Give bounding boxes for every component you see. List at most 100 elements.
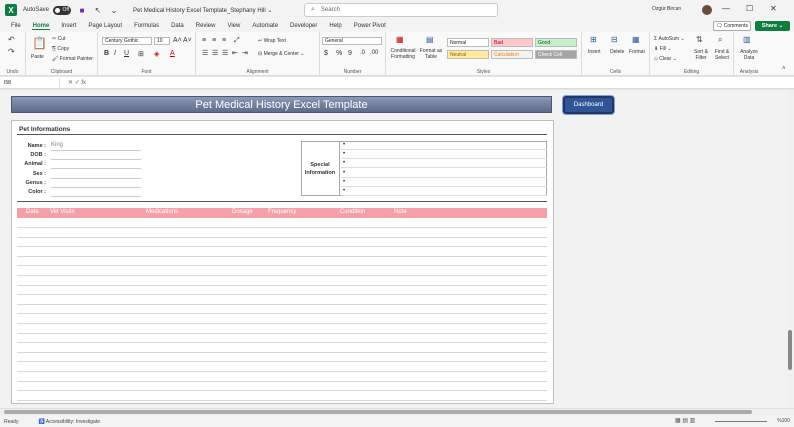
table-row[interactable] — [17, 332, 547, 334]
field-value[interactable] — [51, 160, 141, 170]
zoom-slider[interactable] — [715, 421, 767, 422]
cell-style-normal[interactable]: Normal — [447, 38, 489, 47]
table-row[interactable] — [17, 361, 547, 363]
tab-home[interactable]: Home — [31, 23, 51, 30]
sort-filter-icon[interactable]: ⇅ — [696, 35, 703, 44]
tab-formulas[interactable]: Formulas — [133, 23, 160, 29]
vertical-scroll-thumb[interactable] — [788, 330, 792, 370]
increase-indent-icon[interactable]: ⇥ — [242, 49, 248, 57]
tab-developer[interactable]: Developer — [289, 23, 318, 29]
field-value[interactable] — [51, 179, 141, 188]
field-value[interactable] — [51, 170, 141, 179]
find-select-icon[interactable]: ⌕ — [718, 35, 722, 45]
underline-icon[interactable]: U — [124, 50, 129, 57]
cell-style-neutral[interactable]: Neutral — [447, 50, 489, 59]
tab-data[interactable]: Data — [170, 23, 185, 29]
shrink-font-icon[interactable]: A˅ — [183, 37, 192, 44]
orientation-icon[interactable]: ⤢ — [234, 37, 240, 45]
maximize-icon[interactable]: ☐ — [746, 4, 753, 13]
table-row[interactable] — [17, 351, 547, 353]
special-info-row[interactable]: • — [341, 187, 547, 196]
currency-icon[interactable]: $ — [324, 50, 328, 57]
table-row[interactable] — [17, 246, 547, 248]
autosave-toggle[interactable]: Off — [53, 5, 72, 15]
table-row[interactable] — [17, 399, 547, 401]
tab-insert[interactable]: Insert — [60, 23, 77, 29]
tab-power-pivot[interactable]: Power Pivot — [353, 23, 387, 29]
format-cells-icon[interactable]: ▦ — [632, 35, 640, 44]
bold-icon[interactable]: B — [104, 50, 109, 57]
special-info-row[interactable]: • — [341, 150, 547, 160]
format-button[interactable]: Format — [629, 49, 645, 55]
align-center-icon[interactable]: ☰ — [212, 49, 218, 57]
tab-review[interactable]: Review — [195, 23, 217, 29]
decrease-indent-icon[interactable]: ⇤ — [232, 49, 238, 57]
insert-cells-icon[interactable]: ⊞ — [590, 35, 597, 44]
undo-icon[interactable]: ↶ — [8, 35, 15, 44]
cursor-icon[interactable]: ↖ — [93, 5, 103, 15]
font-name-select[interactable]: Century Gothic — [102, 37, 152, 45]
accessibility-status[interactable]: ♿ Accessibility: Investigate — [38, 419, 100, 425]
sort-filter-button[interactable]: Sort & Filter — [692, 49, 710, 61]
zoom-level[interactable]: %100 — [777, 418, 790, 424]
conditional-formatting-icon[interactable]: ▦ — [396, 35, 404, 44]
name-box[interactable]: I58 — [0, 77, 60, 88]
horizontal-scroll-thumb[interactable] — [4, 410, 752, 414]
cell-style-good[interactable]: Good — [535, 38, 577, 47]
table-row[interactable] — [17, 303, 547, 305]
special-info-row[interactable]: • — [341, 169, 547, 178]
number-format-select[interactable]: General — [322, 37, 382, 45]
increase-decimal-icon[interactable]: .0 — [360, 50, 365, 56]
format-as-table-button[interactable]: Format as Table — [419, 48, 443, 60]
table-row[interactable] — [17, 371, 547, 372]
tab-file[interactable]: File — [10, 23, 22, 29]
format-painter-button[interactable]: 🖌 Format Painter — [52, 56, 93, 62]
fill-button[interactable]: ⬇ Fill ⌄ — [654, 46, 672, 52]
table-row[interactable] — [17, 227, 547, 228]
redo-icon[interactable]: ↷ — [8, 47, 15, 56]
table-row[interactable] — [17, 236, 547, 238]
document-title[interactable]: Pet Medical History Excel Template_Steph… — [133, 7, 272, 14]
table-row[interactable] — [17, 284, 547, 286]
align-bottom-icon[interactable]: ≡ — [222, 37, 226, 44]
search-input[interactable]: ⌕ Search — [304, 3, 498, 17]
align-top-icon[interactable]: ≡ — [202, 37, 206, 44]
autosum-button[interactable]: Σ AutoSum ⌄ — [654, 36, 685, 42]
table-row[interactable] — [17, 323, 547, 324]
table-row[interactable] — [17, 313, 547, 315]
avatar[interactable] — [702, 5, 712, 15]
table-row[interactable] — [17, 265, 547, 267]
find-select-button[interactable]: Find & Select — [712, 49, 732, 61]
special-info-row[interactable]: • — [341, 141, 547, 150]
cell-style-bad[interactable]: Bad — [491, 38, 533, 47]
comma-icon[interactable]: 9 — [348, 50, 352, 57]
field-value[interactable] — [51, 151, 141, 161]
percent-icon[interactable]: % — [336, 50, 342, 57]
cut-button[interactable]: ✂ Cut — [52, 36, 65, 42]
special-info-row[interactable]: • — [341, 178, 547, 187]
align-middle-icon[interactable]: ≡ — [212, 37, 216, 44]
paste-button[interactable]: Paste — [31, 54, 44, 60]
delete-button[interactable]: Delete — [610, 49, 624, 55]
font-color-icon[interactable]: A — [170, 50, 175, 57]
align-right-icon[interactable]: ☰ — [222, 49, 228, 57]
table-row[interactable] — [17, 294, 547, 296]
table-row[interactable] — [17, 390, 547, 392]
customize-qat-icon[interactable]: ⌄ — [109, 5, 119, 15]
save-icon[interactable]: ■ — [77, 5, 87, 15]
special-info-row[interactable]: • — [341, 159, 547, 169]
tab-automate[interactable]: Automate — [251, 23, 279, 29]
table-row[interactable] — [17, 342, 547, 344]
font-size-select[interactable]: 10 — [154, 37, 170, 45]
clear-button[interactable]: ◇ Clear ⌄ — [654, 56, 677, 62]
user-name[interactable]: Ozgür Bircan — [652, 6, 681, 12]
field-value[interactable]: King — [51, 142, 141, 151]
tab-page-layout[interactable]: Page Layout — [87, 23, 123, 29]
align-left-icon[interactable]: ☰ — [202, 49, 208, 57]
cell-style-check-cell[interactable]: Check Cell — [535, 50, 577, 59]
paste-icon[interactable]: 📋 — [32, 36, 47, 50]
minimize-icon[interactable]: — — [722, 4, 730, 13]
fill-color-icon[interactable]: ◈ — [154, 50, 159, 58]
table-row[interactable] — [17, 275, 547, 276]
cell-style-calculation[interactable]: Calculation — [491, 50, 533, 59]
